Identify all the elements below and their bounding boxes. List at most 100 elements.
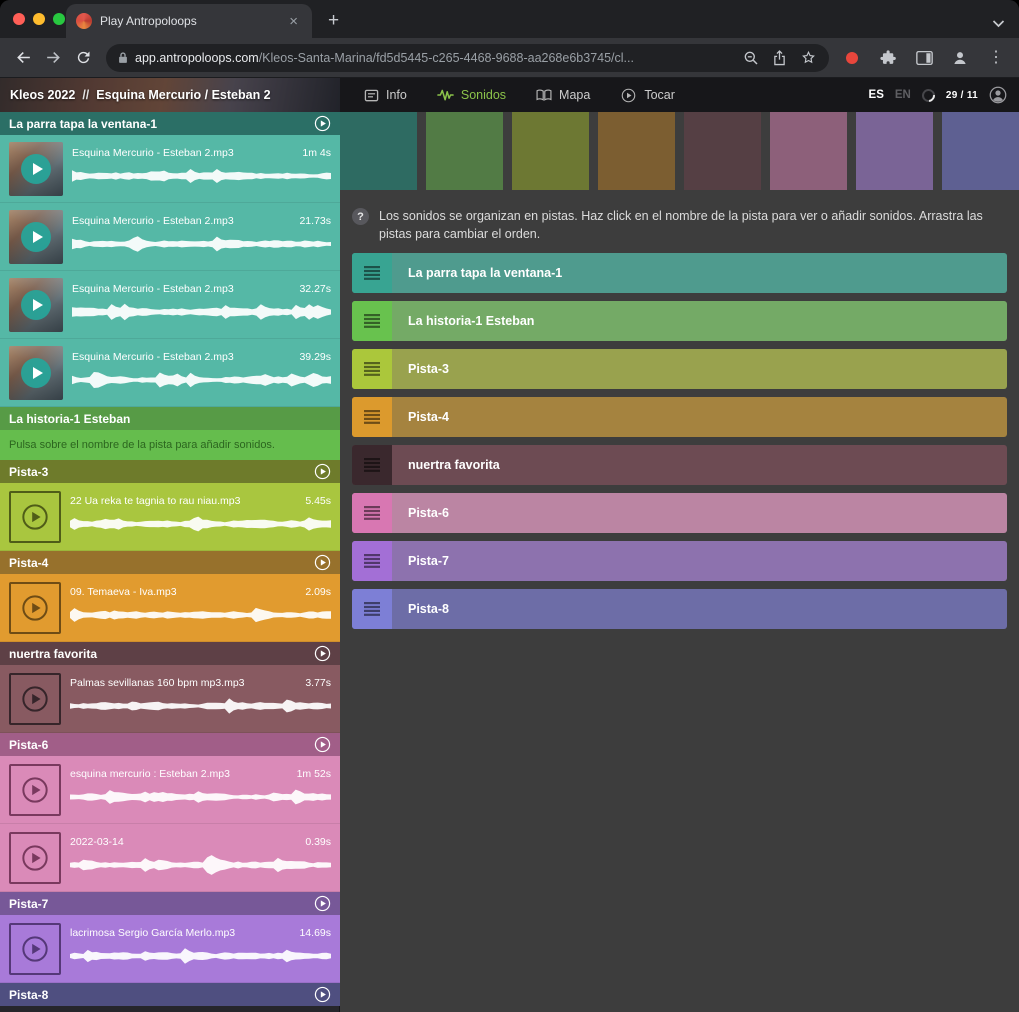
waveform (72, 229, 331, 259)
track-header[interactable]: Pista-4 (0, 551, 340, 574)
sound-thumbnail[interactable] (9, 210, 63, 264)
bookmark-star-icon[interactable] (800, 49, 817, 66)
side-panel-icon[interactable] (909, 43, 939, 73)
play-sound-button[interactable] (9, 923, 61, 975)
tab-search-chevron-icon[interactable] (992, 19, 1005, 28)
fullscreen-window-button[interactable] (53, 13, 65, 25)
track-swatch[interactable] (942, 112, 1019, 190)
sound-item[interactable]: esquina mercurio : Esteban 2.mp31m 52s (0, 756, 340, 824)
tab-sonidos[interactable]: Sonidos (437, 88, 506, 102)
drag-handle[interactable] (352, 349, 392, 389)
track-header[interactable]: Pista-3 (0, 460, 340, 483)
track-swatch[interactable] (770, 112, 847, 190)
extensions-puzzle-icon[interactable] (873, 43, 903, 73)
browser-tab[interactable]: Play Antropoloops × (66, 4, 312, 38)
play-track-icon[interactable] (314, 645, 331, 662)
track-row[interactable]: Pista-3 (352, 349, 1007, 389)
new-tab-button[interactable]: + (322, 10, 345, 32)
tab-close-icon[interactable]: × (285, 12, 302, 31)
play-track-icon[interactable] (314, 115, 331, 132)
recording-extension-icon[interactable] (837, 43, 867, 73)
play-icon (21, 594, 49, 622)
sound-item[interactable]: Esquina Mercurio - Esteban 2.mp31m 4s (0, 135, 340, 203)
back-button[interactable] (8, 43, 38, 73)
tab-tocar[interactable]: Tocar (620, 88, 675, 103)
lock-icon[interactable] (118, 51, 128, 64)
track-row[interactable]: La parra tapa la ventana-1 (352, 253, 1007, 293)
track-header[interactable]: La historia-1 Esteban (0, 407, 340, 430)
sound-item[interactable]: Esquina Mercurio - Esteban 2.mp332.27s (0, 271, 340, 339)
drag-handle[interactable] (352, 301, 392, 341)
play-sound-icon[interactable] (21, 154, 51, 184)
lang-es[interactable]: ES (869, 89, 884, 101)
sound-duration: 39.29s (299, 351, 331, 363)
play-sound-button[interactable] (9, 673, 61, 725)
play-track-icon[interactable] (314, 554, 331, 571)
address-bar[interactable]: app.antropoloops.com/Kleos-Santa-Marina/… (106, 44, 829, 72)
track-header[interactable]: nuertra favorita (0, 642, 340, 665)
browser-menu-icon[interactable]: ⋮ (981, 43, 1011, 73)
drag-handle[interactable] (352, 541, 392, 581)
sound-thumbnail[interactable] (9, 278, 63, 332)
tab-info[interactable]: Info (364, 88, 407, 103)
track-row-label: Pista-8 (392, 589, 449, 629)
sound-item[interactable]: Esquina Mercurio - Esteban 2.mp321.73s (0, 203, 340, 271)
track-swatch[interactable] (598, 112, 675, 190)
drag-handle[interactable] (352, 445, 392, 485)
play-track-icon[interactable] (314, 736, 331, 753)
drag-handle[interactable] (352, 253, 392, 293)
minimize-window-button[interactable] (33, 13, 45, 25)
track-header[interactable]: Pista-7 (0, 892, 340, 915)
tab-mapa[interactable]: Mapa (536, 88, 590, 102)
sound-item[interactable]: lacrimosa Sergio García Merlo.mp314.69s (0, 915, 340, 983)
track-header[interactable]: La parra tapa la ventana-1 (0, 112, 340, 135)
play-track-icon[interactable] (314, 986, 331, 1003)
track-swatch[interactable] (426, 112, 503, 190)
play-sound-button[interactable] (9, 832, 61, 884)
play-sound-button[interactable] (9, 491, 61, 543)
forward-button[interactable] (38, 43, 68, 73)
reload-button[interactable] (68, 43, 98, 73)
play-track-icon[interactable] (314, 463, 331, 480)
track-swatch[interactable] (856, 112, 933, 190)
play-sound-icon[interactable] (21, 222, 51, 252)
sound-item[interactable]: 2022-03-140.39s (0, 824, 340, 892)
lang-en[interactable]: EN (895, 89, 911, 101)
play-sound-button[interactable] (9, 764, 61, 816)
drag-handle[interactable] (352, 493, 392, 533)
track-row[interactable]: nuertra favorita (352, 445, 1007, 485)
play-sound-button[interactable] (9, 582, 61, 634)
sound-item[interactable]: Palmas sevillanas 160 bpm mp3.mp33.77s (0, 665, 340, 733)
sound-name: 22 Ua reka te tagnia to rau niau.mp3 (70, 495, 240, 507)
play-track-icon[interactable] (314, 895, 331, 912)
sound-name: Esquina Mercurio - Esteban 2.mp3 (72, 283, 234, 295)
drag-handle[interactable] (352, 397, 392, 437)
track-header[interactable]: Pista-6 (0, 733, 340, 756)
sound-item[interactable]: Esquina Mercurio - Esteban 2.mp339.29s (0, 339, 340, 407)
track-row[interactable]: Pista-8 (352, 589, 1007, 629)
profile-avatar[interactable] (945, 43, 975, 73)
sound-thumbnail[interactable] (9, 346, 63, 400)
track-row[interactable]: Pista-7 (352, 541, 1007, 581)
play-icon (21, 685, 49, 713)
track-header[interactable]: Pista-8 (0, 983, 340, 1006)
sounds-counter: 29 / 11 (946, 90, 978, 101)
sound-duration: 3.77s (305, 677, 331, 689)
sound-item[interactable]: 09. Temaeva - Iva.mp32.09s (0, 574, 340, 642)
close-window-button[interactable] (13, 13, 25, 25)
track-swatch[interactable] (340, 112, 417, 190)
share-icon[interactable] (773, 50, 786, 66)
sound-thumbnail[interactable] (9, 142, 63, 196)
waveform (70, 691, 331, 721)
sound-item[interactable]: 22 Ua reka te tagnia to rau niau.mp35.45… (0, 483, 340, 551)
track-row[interactable]: Pista-4 (352, 397, 1007, 437)
track-swatch[interactable] (512, 112, 589, 190)
track-swatch[interactable] (684, 112, 761, 190)
play-sound-icon[interactable] (21, 358, 51, 388)
zoom-icon[interactable] (743, 50, 759, 66)
track-row[interactable]: Pista-6 (352, 493, 1007, 533)
account-icon[interactable] (989, 86, 1007, 104)
drag-handle[interactable] (352, 589, 392, 629)
play-sound-icon[interactable] (21, 290, 51, 320)
track-row[interactable]: La historia-1 Esteban (352, 301, 1007, 341)
